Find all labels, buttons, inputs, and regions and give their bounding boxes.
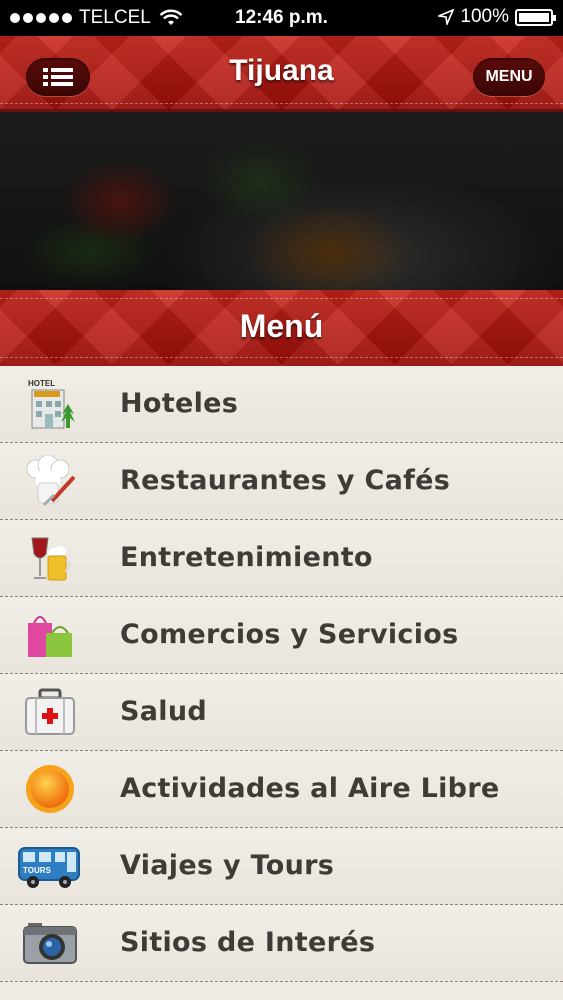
first-aid-kit-icon xyxy=(25,688,75,735)
stitch-line xyxy=(0,103,563,104)
menu-item-hoteles[interactable]: HOTEL Hoteles xyxy=(0,366,563,443)
chef-hat-icon xyxy=(26,455,76,507)
battery-percent: 100% xyxy=(460,6,509,27)
svg-text:TOURS: TOURS xyxy=(23,866,52,875)
navigation-bar: Tijuana MENU xyxy=(0,36,563,112)
sun-icon xyxy=(26,765,74,813)
menu-item-entretenimiento[interactable]: Entretenimiento xyxy=(0,520,563,597)
stitch-line xyxy=(0,298,563,299)
menu-button[interactable]: MENU xyxy=(473,58,545,96)
section-header: Menú xyxy=(0,290,563,366)
menu-item-label: Comercios y Servicios xyxy=(120,619,459,650)
food-banner-image xyxy=(0,112,563,290)
stitch-line xyxy=(0,357,563,358)
menu-item-sitios[interactable]: Sitios de Interés xyxy=(0,905,563,982)
menu-item-salud[interactable]: Salud xyxy=(0,674,563,751)
category-list: HOTEL Hoteles Restaurantes y Cafés Entre… xyxy=(0,366,563,982)
svg-text:HOTEL: HOTEL xyxy=(28,379,55,388)
shopping-bags-icon xyxy=(28,616,72,657)
status-right: 100% xyxy=(438,6,556,28)
menu-item-label: Sitios de Interés xyxy=(120,927,376,958)
section-title: Menú xyxy=(239,308,324,344)
menu-item-restaurantes[interactable]: Restaurantes y Cafés xyxy=(0,443,563,520)
status-bar: TELCEL 12:46 p.m. 100% xyxy=(0,0,563,36)
menu-item-label: Entretenimiento xyxy=(120,542,373,573)
menu-item-aire-libre[interactable]: Actividades al Aire Libre xyxy=(0,751,563,828)
battery-icon xyxy=(515,8,556,26)
menu-item-comercios[interactable]: Comercios y Servicios xyxy=(0,597,563,674)
menu-item-label: Actividades al Aire Libre xyxy=(120,773,500,804)
tour-bus-icon: TOURS xyxy=(18,847,80,888)
menu-item-label: Hoteles xyxy=(120,388,239,419)
menu-item-label: Salud xyxy=(120,696,207,727)
hotel-icon: HOTEL xyxy=(28,379,75,429)
menu-item-label: Viajes y Tours xyxy=(120,850,335,881)
menu-item-label: Restaurantes y Cafés xyxy=(120,465,451,496)
menu-item-viajes[interactable]: TOURS Viajes y Tours xyxy=(0,828,563,905)
location-arrow-icon xyxy=(438,9,455,25)
camera-icon xyxy=(23,923,77,964)
drinks-icon xyxy=(31,537,71,581)
